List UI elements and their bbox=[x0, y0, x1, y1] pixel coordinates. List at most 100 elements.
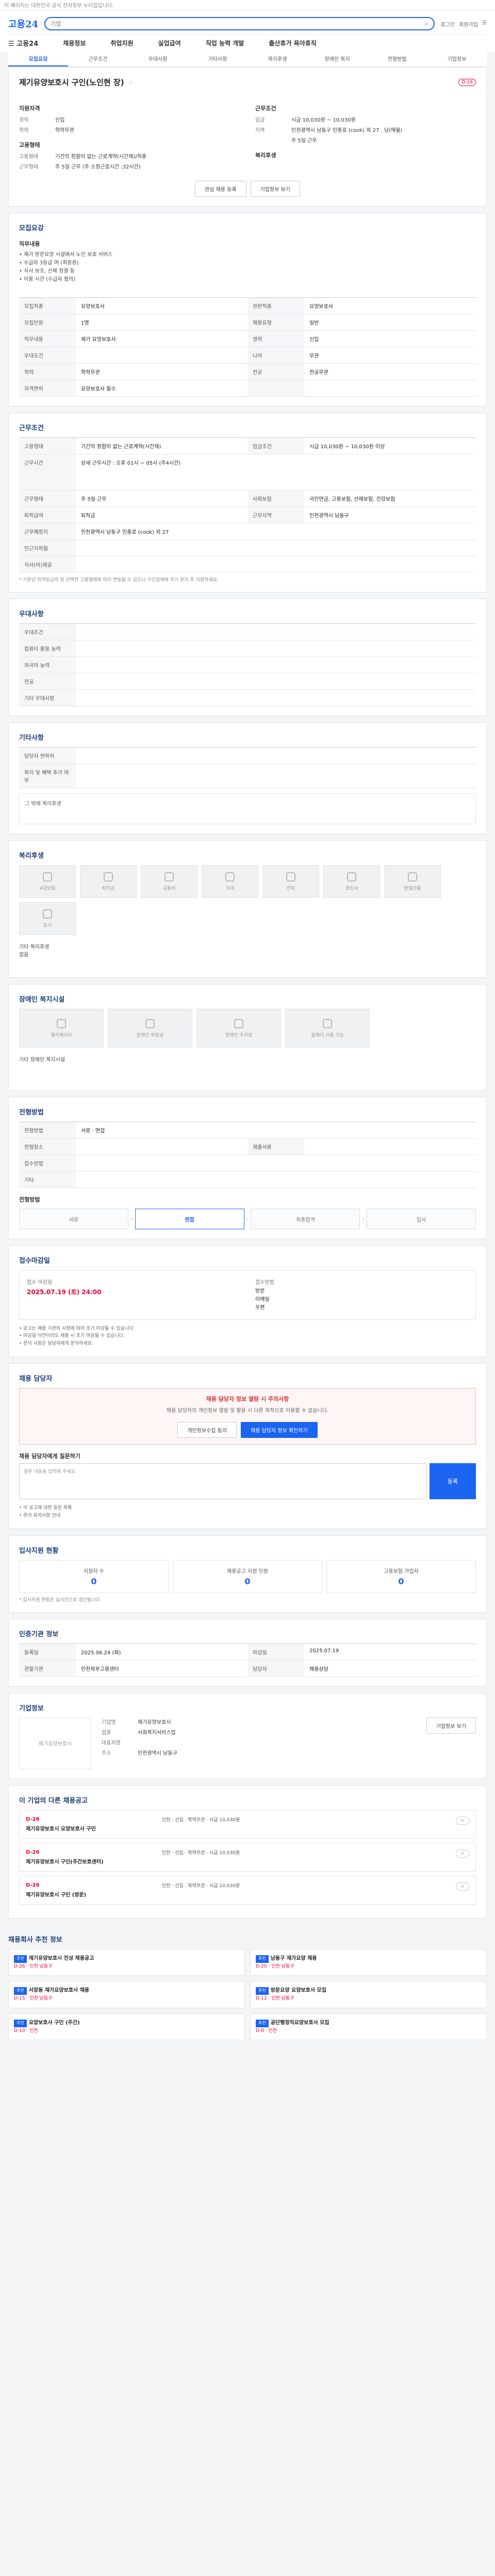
process-step: 최종합격 bbox=[251, 1209, 360, 1229]
status-item: 지원자 수0 bbox=[19, 1560, 169, 1593]
kv-key: 대표자명 bbox=[102, 1740, 121, 1746]
disab-item: 장애인 화장실 bbox=[108, 1009, 192, 1048]
table-cell bbox=[304, 1139, 476, 1155]
rec-card[interactable]: 추천 남동구 재가요양 채용 D-20 · 인천 남동구 bbox=[250, 1948, 487, 1976]
table-header: 등록일 bbox=[19, 1643, 76, 1660]
qna-link[interactable]: • 문의 유의사항 안내 bbox=[19, 1512, 476, 1519]
tab-recruit[interactable]: 모집요강 bbox=[8, 52, 68, 66]
star-icon[interactable]: ☆ bbox=[455, 1882, 469, 1891]
signup-link[interactable]: 회원가입 bbox=[459, 20, 478, 28]
tab-company[interactable]: 기업정보 bbox=[427, 52, 487, 66]
welfare-item: 식대 bbox=[202, 865, 258, 898]
kv-key: 기업명 bbox=[102, 1719, 116, 1725]
tab-etc[interactable]: 기타사항 bbox=[188, 52, 248, 66]
consent-button[interactable]: 개인정보수집 동의 bbox=[177, 1422, 237, 1438]
table-cell: 무관 bbox=[304, 347, 476, 364]
login-link[interactable]: 로그인 bbox=[441, 20, 455, 28]
table-cell bbox=[76, 556, 476, 573]
section-title: 입사지원 현황 bbox=[19, 1547, 59, 1555]
search-input[interactable] bbox=[51, 20, 425, 27]
site-logo[interactable]: 고용24 bbox=[8, 17, 38, 30]
qna-link[interactable]: • 이 공고에 대한 질문 목록 bbox=[19, 1504, 476, 1512]
rec-card[interactable]: 추천 서창동 재가요양보호사 채용 D-15 · 인천 남동구 bbox=[8, 1981, 245, 2008]
kv-key: 학력 bbox=[19, 128, 29, 133]
kv-value: 사회복지서비스업 bbox=[138, 1730, 176, 1736]
recruit-section: 모집요강 직무내용 • 재가 방문요양 시설에서 노인 보호 서비스 • 수급자… bbox=[8, 213, 487, 406]
nav-item[interactable]: 실업급여 bbox=[158, 39, 181, 47]
process-step: 서류 bbox=[19, 1209, 128, 1229]
list-item[interactable]: D-26 제기유양보호시 요양보호사 구인 인천 · 신입 · 학력무관 · 시급… bbox=[19, 1809, 476, 1839]
list-item[interactable]: D-26 제기유양보호시 구인(주간보호센터) 인천 · 신입 · 학력무관 · … bbox=[19, 1842, 476, 1872]
job-link[interactable]: 제기유양보호시 구인 (방문) bbox=[26, 1890, 155, 1898]
search-bar[interactable]: ⌕ bbox=[44, 17, 435, 30]
tab-select[interactable]: 전형방법 bbox=[367, 52, 427, 66]
rec-card[interactable]: 추천 제기유양보호시 전성 채용공고 D-26 · 인천 남동구 bbox=[8, 1948, 245, 1976]
rec-card[interactable]: 추천 공단행정직요양보호사 모집 D-8 · 인천 bbox=[250, 2013, 487, 2041]
emp-heading: 고용형태 bbox=[19, 142, 40, 148]
star-icon[interactable]: ☆ bbox=[455, 1849, 469, 1858]
welfare-item: 명절선물 bbox=[384, 865, 441, 898]
work-section: 근무조건 고용형태 기간의 정함이 없는 근로계약(시간제) 임금조건 시급 10,0… bbox=[8, 413, 487, 592]
list-item[interactable]: D-26 제기유양보호시 구인 (방문) 인천 · 신입 · 학력무관 · 시급 … bbox=[19, 1875, 476, 1905]
status-item: 채용공고 지원 인원 0 bbox=[173, 1560, 322, 1593]
table-header: 근무예정지 bbox=[19, 523, 76, 540]
table-header: 자격면허 bbox=[19, 380, 76, 397]
search-icon[interactable]: ⌕ bbox=[425, 20, 428, 28]
tab-disab[interactable]: 장애인 복지 bbox=[307, 52, 367, 66]
table-cell: 시급 10,030원 ~ 10,030원 이상 bbox=[304, 438, 476, 454]
kv-value: 신입 bbox=[55, 117, 65, 123]
table-cell bbox=[76, 1155, 476, 1172]
favorite-button[interactable]: 관심 채용 등록 bbox=[195, 181, 246, 197]
rec-card[interactable]: 추천 요양보호사 구인 (주간) D-10 · 인천 bbox=[8, 2013, 245, 2041]
kv-value: 기간의 정함이 없는 근로계약(시간제)/직종 bbox=[55, 154, 147, 160]
job-link[interactable]: 제기유양보호시 요양보호사 구인 bbox=[26, 1824, 155, 1832]
welfare-heading: 복리후생 bbox=[255, 152, 276, 159]
nav-item[interactable]: 취업지원 bbox=[110, 39, 133, 47]
kv-key: 고용형태 bbox=[19, 154, 38, 160]
table-cell: 재가 요양보호사 bbox=[76, 331, 248, 347]
kv-value: 시급 10,030원 ~ 10,030원 bbox=[291, 117, 356, 123]
gov-banner: 이 페이지는 대한민국 공식 전자정부 누리집입니다. bbox=[0, 0, 495, 10]
method-label: 접수방법 bbox=[255, 1280, 274, 1285]
kv-key: 근무형태 bbox=[19, 164, 38, 170]
nav-all-menu[interactable]: ☰ 고용24 bbox=[8, 38, 38, 48]
dday-badge: D-26 bbox=[26, 1882, 40, 1888]
star-icon[interactable]: ☆ bbox=[128, 79, 134, 86]
tab-pref[interactable]: 우대사항 bbox=[128, 52, 188, 66]
nav-item[interactable]: 출산휴가 육아휴직 bbox=[269, 39, 317, 47]
table-header: 컴퓨터 활용 능력 bbox=[19, 640, 76, 657]
company-detail-button[interactable]: 기업정보 보기 bbox=[426, 1717, 476, 1734]
table-cell bbox=[76, 673, 476, 690]
company-info-button[interactable]: 기업정보 보기 bbox=[250, 181, 300, 197]
table-cell: 1명 bbox=[76, 314, 248, 331]
question-textarea[interactable]: 질문 내용을 입력해 주세요. bbox=[19, 1463, 426, 1500]
welfare-item: 휴가 bbox=[19, 902, 76, 935]
site-header: 고용24 ⌕ 로그인 회원가입 ☰ ☰ 고용24 채용정보 취업지원 실업급여 … bbox=[0, 10, 495, 52]
table-header: 사회보험 bbox=[248, 490, 304, 507]
disab-item: 엘리베이터 bbox=[19, 1009, 104, 1048]
job-meta: 인천 · 신입 · 학력무관 · 시급 10,030원 bbox=[162, 1817, 240, 1823]
table-header: 기타 bbox=[19, 1172, 76, 1188]
table-cell: 요양보호사 필수 bbox=[76, 380, 248, 397]
welfare-item: 연차 bbox=[262, 865, 319, 898]
nav-item[interactable]: 채용정보 bbox=[63, 39, 86, 47]
table-cell bbox=[76, 1172, 476, 1188]
table-cell bbox=[76, 657, 476, 673]
gift-icon bbox=[408, 872, 417, 882]
tab-work[interactable]: 근무조건 bbox=[68, 52, 128, 66]
submit-question-button[interactable]: 등록 bbox=[430, 1463, 476, 1500]
job-title: 제기유양보호시 구인(노인현 장) bbox=[19, 78, 124, 87]
kv-key bbox=[255, 136, 291, 144]
table-cell bbox=[76, 540, 476, 556]
star-icon[interactable]: ☆ bbox=[455, 1816, 469, 1825]
view-contact-button[interactable]: 채용 담당자 정보 확인하기 bbox=[241, 1422, 318, 1438]
welfare-item: 교통비 bbox=[141, 865, 197, 898]
job-link[interactable]: 제기유양보호시 구인(주간보호센터) bbox=[26, 1857, 155, 1865]
menu-icon[interactable]: ☰ bbox=[482, 20, 487, 28]
welfare-item: 퇴직금 bbox=[80, 865, 137, 898]
nav-item[interactable]: 직업 능력 개발 bbox=[206, 39, 244, 47]
process-step: 면접 bbox=[135, 1209, 244, 1229]
tab-welfare[interactable]: 복리후생 bbox=[248, 52, 307, 66]
contact-section: 채용 담당자 채용 담당자 정보 열람 시 주의사항 채용 담당자의 개인정보 … bbox=[8, 1363, 487, 1529]
rec-card[interactable]: 추천 방문요양 요양보호사 모집 D-12 · 인천 남동구 bbox=[250, 1981, 487, 2008]
